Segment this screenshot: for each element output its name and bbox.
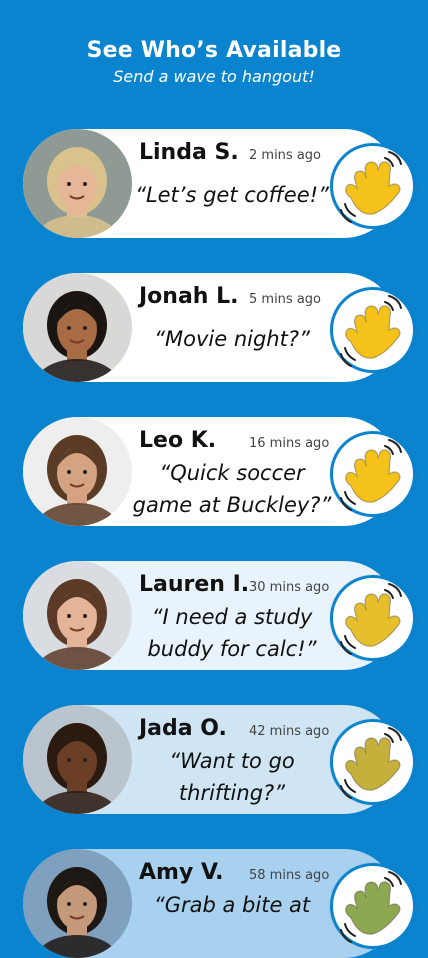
avatar [23, 273, 132, 382]
user-name: Jonah L. [139, 284, 239, 309]
timestamp: 5 mins ago [249, 292, 321, 307]
wave-hand-icon [333, 146, 413, 226]
user-message: “Grab a bite at [153, 893, 311, 917]
user-card[interactable]: Jada O. 42 mins ago “Want to go thriftin… [23, 705, 423, 814]
wave-button[interactable] [330, 575, 416, 661]
timestamp: 42 mins ago [249, 724, 330, 739]
avatar [23, 561, 132, 670]
wave-hand-icon [333, 722, 413, 802]
user-message: “Quick soccer game at Buckley?” [132, 461, 332, 517]
user-message: “Want to go thrifting?” [169, 749, 295, 805]
wave-button[interactable] [330, 143, 416, 229]
user-message: “Let’s get coffee!” [135, 183, 329, 207]
avatar [23, 849, 132, 958]
user-card[interactable]: Leo K. 16 mins ago “Quick soccer game at… [23, 417, 423, 526]
wave-button[interactable] [330, 719, 416, 805]
user-card[interactable]: Lauren I. 30 mins ago “I need a study bu… [23, 561, 423, 670]
page-title: See Who’s Available [86, 38, 342, 63]
user-name: Lauren I. [139, 572, 250, 597]
avatar [23, 705, 132, 814]
user-name: Leo K. [139, 428, 217, 453]
timestamp: 30 mins ago [249, 580, 330, 595]
user-card[interactable]: Amy V. 58 mins ago “Grab a bite at [23, 849, 423, 958]
wave-button[interactable] [330, 863, 416, 949]
header: See Who’s Available Send a wave to hango… [0, 38, 428, 86]
avatar [23, 417, 132, 526]
user-name: Amy V. [139, 860, 224, 885]
user-name: Linda S. [139, 140, 239, 165]
timestamp: 2 mins ago [249, 148, 321, 163]
timestamp: 16 mins ago [249, 436, 330, 451]
user-card[interactable]: Linda S. 2 mins ago “Let’s get coffee!” [23, 129, 423, 238]
user-name: Jada O. [139, 716, 227, 741]
wave-hand-icon [333, 866, 413, 946]
wave-hand-icon [333, 290, 413, 370]
wave-button[interactable] [330, 431, 416, 517]
avatar [23, 129, 132, 238]
wave-hand-icon [333, 434, 413, 514]
user-message: “Movie night?” [154, 327, 310, 351]
user-message: “I need a study buddy for calc!” [147, 605, 317, 661]
page-subtitle: Send a wave to hangout! [113, 67, 315, 86]
wave-hand-icon [333, 578, 413, 658]
wave-button[interactable] [330, 287, 416, 373]
user-card[interactable]: Jonah L. 5 mins ago “Movie night?” [23, 273, 423, 382]
timestamp: 58 mins ago [249, 868, 330, 883]
